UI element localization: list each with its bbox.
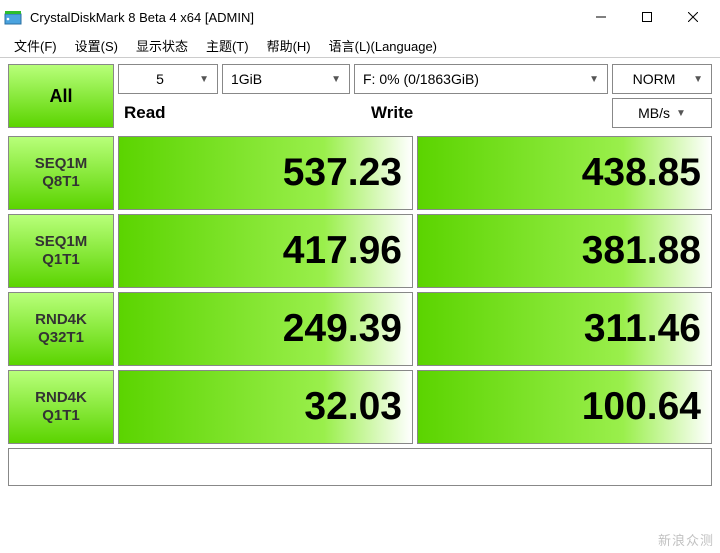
table-row: RND4K Q1T1 32.03 100.64 — [8, 370, 712, 444]
size-value: 1GiB — [231, 71, 325, 87]
read-header: Read — [118, 98, 361, 128]
test-button-seq1m-q8t1[interactable]: SEQ1M Q8T1 — [8, 136, 114, 210]
drive-select[interactable]: F: 0% (0/1863GiB) ▼ — [354, 64, 608, 94]
all-button-label: All — [49, 86, 72, 107]
mode-value: NORM — [621, 71, 687, 87]
write-value: 381.88 — [417, 214, 712, 288]
content-area: All 5 ▼ 1GiB ▼ F: 0% (0/1863GiB) ▼ NORM — [0, 58, 720, 494]
test-label-2: Q32T1 — [38, 329, 84, 347]
chevron-down-icon: ▼ — [693, 74, 703, 85]
menu-language[interactable]: 语言(L)(Language) — [321, 34, 445, 57]
window-title: CrystalDiskMark 8 Beta 4 x64 [ADMIN] — [30, 10, 578, 25]
window-controls — [578, 2, 716, 32]
runs-value: 5 — [127, 71, 193, 87]
menu-file[interactable]: 文件(F) — [6, 34, 65, 57]
test-label-2: Q1T1 — [42, 251, 80, 269]
chevron-down-icon: ▼ — [199, 74, 209, 85]
read-value: 32.03 — [118, 370, 413, 444]
mode-select[interactable]: NORM ▼ — [612, 64, 712, 94]
table-row: SEQ1M Q8T1 537.23 438.85 — [8, 136, 712, 210]
chevron-down-icon: ▼ — [589, 74, 599, 85]
test-label-1: SEQ1M — [35, 233, 88, 251]
test-label-1: RND4K — [35, 311, 87, 329]
table-row: RND4K Q32T1 249.39 311.46 — [8, 292, 712, 366]
menu-settings[interactable]: 设置(S) — [67, 34, 126, 57]
test-label-1: SEQ1M — [35, 155, 88, 173]
test-button-seq1m-q1t1[interactable]: SEQ1M Q1T1 — [8, 214, 114, 288]
write-value: 311.46 — [417, 292, 712, 366]
titlebar: CrystalDiskMark 8 Beta 4 x64 [ADMIN] — [0, 0, 720, 34]
menu-help[interactable]: 帮助(H) — [259, 34, 319, 57]
menu-display[interactable]: 显示状态 — [128, 34, 196, 57]
test-button-rnd4k-q1t1[interactable]: RND4K Q1T1 — [8, 370, 114, 444]
test-label-2: Q1T1 — [42, 407, 80, 425]
read-value: 417.96 — [118, 214, 413, 288]
test-label-1: RND4K — [35, 389, 87, 407]
close-button[interactable] — [670, 2, 716, 32]
drive-value: F: 0% (0/1863GiB) — [363, 71, 583, 87]
chevron-down-icon: ▼ — [676, 108, 686, 119]
minimize-button[interactable] — [578, 2, 624, 32]
test-button-rnd4k-q32t1[interactable]: RND4K Q32T1 — [8, 292, 114, 366]
table-row: SEQ1M Q1T1 417.96 381.88 — [8, 214, 712, 288]
all-button[interactable]: All — [8, 64, 114, 128]
test-label-2: Q8T1 — [42, 173, 80, 191]
unit-value: MB/s — [638, 105, 670, 121]
comment-input[interactable] — [8, 448, 712, 486]
write-header: Write — [365, 98, 608, 128]
write-value: 100.64 — [417, 370, 712, 444]
maximize-button[interactable] — [624, 2, 670, 32]
menubar: 文件(F) 设置(S) 显示状态 主题(T) 帮助(H) 语言(L)(Langu… — [0, 34, 720, 58]
app-icon — [4, 8, 22, 26]
unit-select[interactable]: MB/s ▼ — [612, 98, 712, 128]
watermark: 新浪众测 — [658, 530, 714, 549]
size-select[interactable]: 1GiB ▼ — [222, 64, 350, 94]
menu-theme[interactable]: 主题(T) — [198, 34, 257, 57]
runs-select[interactable]: 5 ▼ — [118, 64, 218, 94]
read-value: 537.23 — [118, 136, 413, 210]
chevron-down-icon: ▼ — [331, 74, 341, 85]
write-value: 438.85 — [417, 136, 712, 210]
read-value: 249.39 — [118, 292, 413, 366]
